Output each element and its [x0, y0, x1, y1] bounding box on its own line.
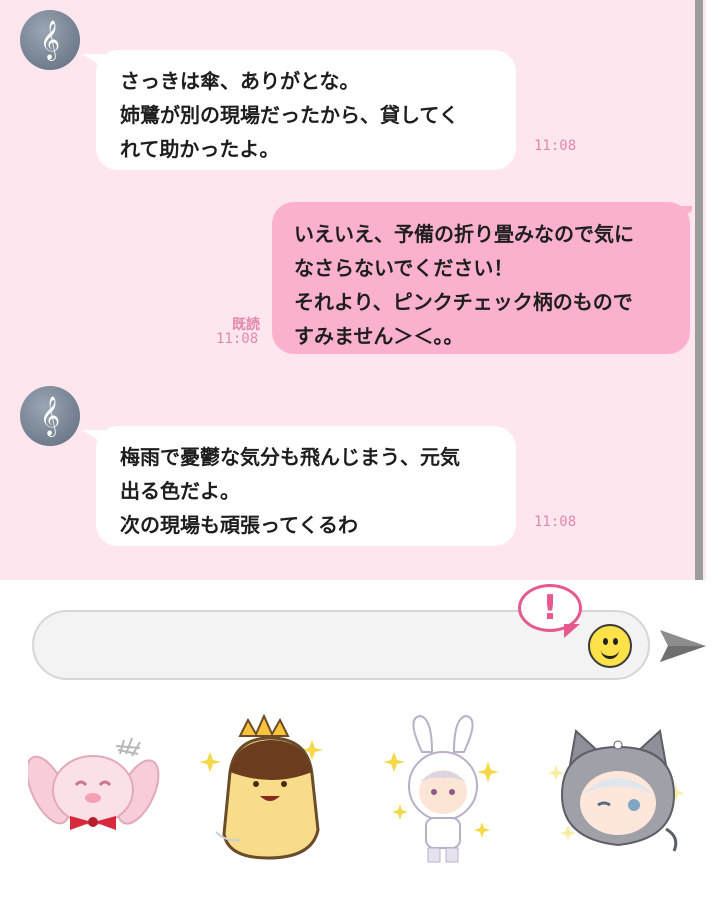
message-time: 11:08: [534, 138, 577, 154]
bunny-hood-character-sticker: [383, 714, 499, 863]
treble-clef-icon: 𝄞: [39, 20, 61, 60]
send-button[interactable]: [658, 626, 708, 666]
avatar[interactable]: 𝄞: [20, 386, 80, 446]
sticker-bunny-hood-character[interactable]: [378, 712, 508, 872]
message-line: なさらないでください！: [294, 256, 514, 280]
crowned-pudding-sticker: [199, 713, 323, 860]
sticker-crowned-pudding[interactable]: [199, 712, 330, 872]
message-line: それより、ピンクチェック柄のもので: [294, 290, 633, 314]
sticker-cat-hood-character[interactable]: [548, 725, 688, 860]
treble-clef-icon: 𝄞: [39, 396, 61, 436]
message-line: すみません＞＜。。: [294, 324, 464, 348]
message-time: 11:08: [216, 331, 259, 347]
outgoing-message-bubble[interactable]: いえいえ、予備の折り畳みなので気に なさらないでください！ それより、ピンクチェ…: [272, 202, 690, 354]
message-line: 梅雨で憂鬱な気分も飛んじまう、元気: [120, 445, 460, 469]
message-line: 次の現場も頑張ってくるわ: [120, 513, 358, 537]
alert-glyph: !: [542, 588, 558, 628]
message-line: 姉鷺が別の現場だったから、貸してく: [120, 103, 459, 127]
alert-tail: [564, 624, 580, 638]
emoji-mouth: [601, 645, 619, 659]
avatar[interactable]: 𝄞: [20, 10, 80, 70]
message-line: いえいえ、予備の折り畳みなので気に: [294, 222, 634, 246]
pink-bunny-sticker: [25, 737, 160, 830]
send-arrow-icon: [660, 630, 706, 662]
incoming-message-bubble[interactable]: 梅雨で憂鬱な気分も飛んじまう、元気 出る色だよ。 次の現場も頑張ってくるわ: [96, 426, 516, 546]
message-line: さっきは傘、ありがとな。: [120, 69, 360, 93]
message-time: 11:08: [534, 514, 577, 530]
emoji-eye: [613, 638, 618, 645]
emoji-eye: [603, 638, 608, 645]
message-line: 出る色だよ。: [120, 479, 240, 503]
chat-scrollbar[interactable]: [692, 0, 706, 580]
incoming-message-bubble[interactable]: さっきは傘、ありがとな。 姉鷺が別の現場だったから、貸してく れて助かったよ。: [96, 50, 516, 170]
smiley-face-icon[interactable]: [588, 624, 632, 668]
sticker-pink-bunny[interactable]: [25, 730, 163, 840]
chat-area: 𝄞 さっきは傘、ありがとな。 姉鷺が別の現場だったから、貸してく れて助かったよ…: [0, 0, 700, 580]
cat-hood-character-sticker: [548, 729, 684, 852]
scrollbar-thumb[interactable]: [695, 0, 703, 580]
message-line: れて助かったよ。: [120, 137, 280, 161]
